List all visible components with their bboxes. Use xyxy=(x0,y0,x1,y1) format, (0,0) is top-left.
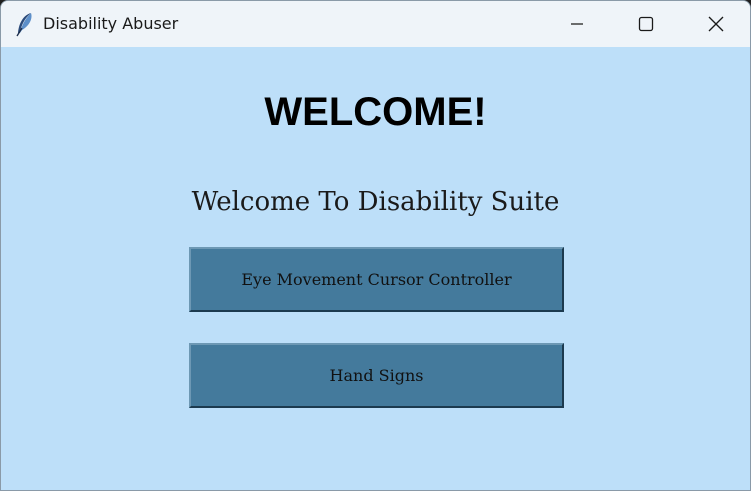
hand-signs-button[interactable]: Hand Signs xyxy=(189,343,564,408)
feather-icon xyxy=(14,11,36,37)
main-content: WELCOME! Welcome To Disability Suite Eye… xyxy=(1,47,750,490)
maximize-icon xyxy=(638,16,654,32)
minimize-button[interactable] xyxy=(542,1,612,47)
close-button[interactable] xyxy=(681,1,750,47)
title-bar[interactable]: Disability Abuser xyxy=(1,1,750,47)
eye-movement-cursor-controller-button[interactable]: Eye Movement Cursor Controller xyxy=(189,247,564,312)
minimize-icon xyxy=(569,16,585,32)
window-title: Disability Abuser xyxy=(43,14,179,33)
close-icon xyxy=(707,15,725,33)
welcome-heading: WELCOME! xyxy=(264,90,487,134)
maximize-button[interactable] xyxy=(611,1,681,47)
welcome-subheading: Welcome To Disability Suite xyxy=(191,187,560,217)
app-window: Disability Abuser WELCOME! Welcome To Di… xyxy=(0,0,751,491)
